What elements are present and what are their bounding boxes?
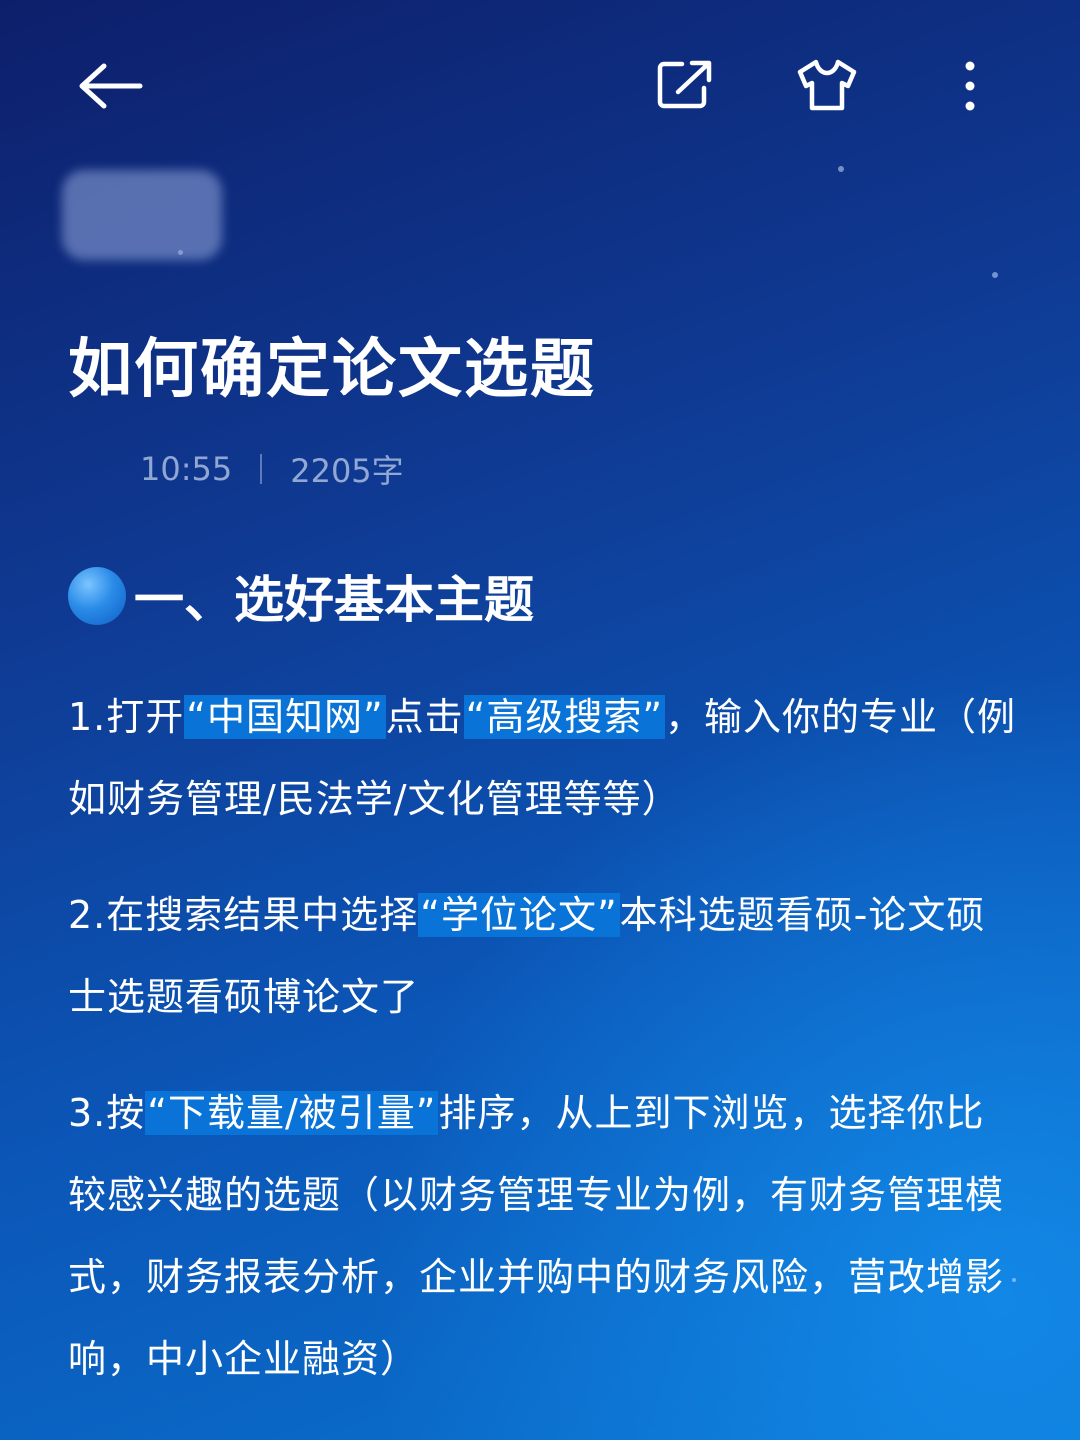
highlighted-term: “学位论文” [418,893,620,937]
paragraph-text: 3.按 [68,1091,146,1135]
tshirt-icon[interactable] [796,58,858,112]
paragraph-text: 点击 [385,695,464,739]
star-decoration [992,272,998,278]
paragraph-1: 1.打开“中国知网”点击“高级搜索”，输入你的专业（例如财务管理/民法学/文化管… [68,676,1018,840]
author-avatar[interactable] [62,170,222,260]
meta-divider [260,454,263,484]
highlighted-term: “中国知网” [184,695,386,739]
section-heading-text: 一、选好基本主题 [134,571,534,629]
highlighted-term: “高级搜索” [463,695,666,739]
more-vertical-icon[interactable] [960,60,980,112]
meta-time: 10:55 [140,450,233,488]
highlighted-term: “下载量/被引量” [145,1091,439,1135]
top-nav-bar [0,0,1080,170]
paragraph-text: 2.在搜索结果中选择 [68,893,419,937]
paragraph-text: 1.打开 [68,695,185,739]
arrow-left-icon[interactable] [76,62,144,110]
paragraph-3: 3.按“下载量/被引量”排序，从上到下浏览，选择你比较感兴趣的选题（以财务管理专… [68,1072,1018,1400]
section-heading: 一、选好基本主题 [68,560,534,632]
article-meta: 10:55 2205字 [140,446,404,492]
share-external-icon[interactable] [656,58,714,110]
blue-circle-icon [68,567,126,625]
meta-word-count: 2205字 [290,452,404,490]
paragraph-2: 2.在搜索结果中选择“学位论文”本科选题看硕-论文硕士选题看硕博论文了 [68,874,1018,1038]
page-title: 如何确定论文选题 [68,333,596,407]
